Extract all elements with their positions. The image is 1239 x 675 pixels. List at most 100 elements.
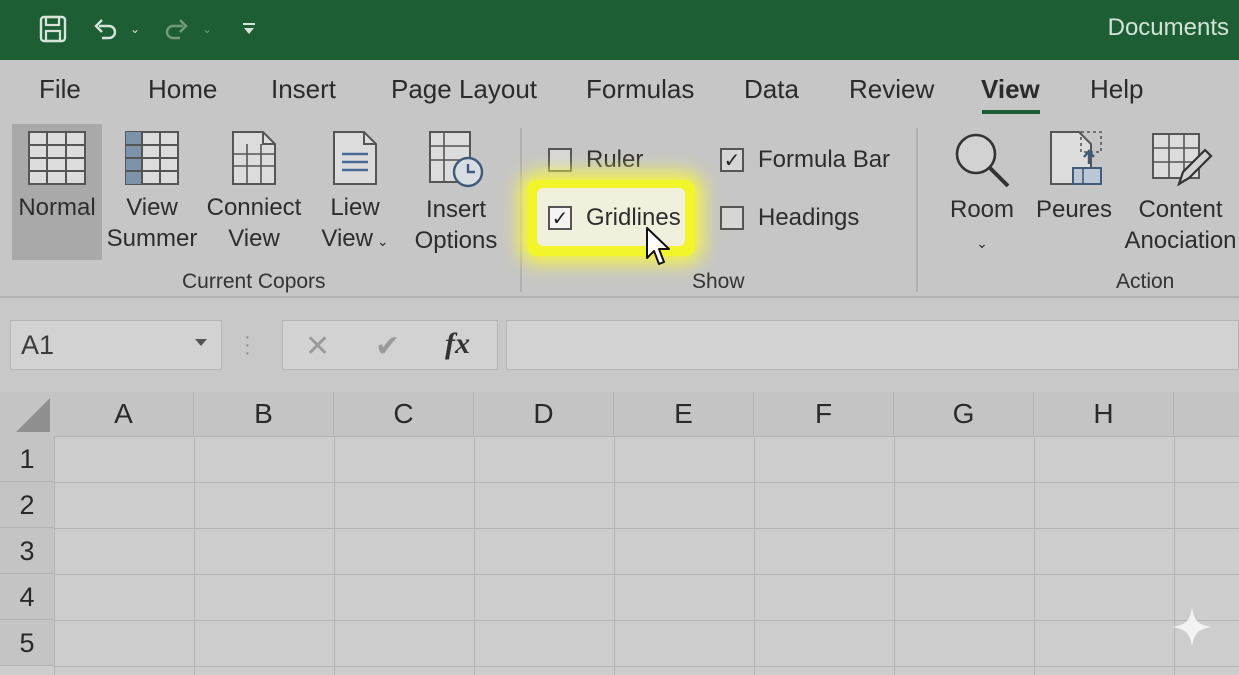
gridline	[334, 436, 335, 675]
row-header-5[interactable]: 5	[0, 620, 54, 666]
conniect-view-line1: Conniect	[206, 194, 302, 221]
column-header-f[interactable]: F	[754, 392, 894, 436]
tab-insert[interactable]: Insert	[271, 74, 336, 105]
ruler-checkbox-box	[548, 148, 572, 172]
gridline	[894, 436, 895, 675]
tab-view[interactable]: View	[981, 74, 1040, 105]
content-anociation-line2: Anociation	[1124, 227, 1237, 254]
gridline	[1034, 436, 1035, 675]
room-label: Room	[949, 196, 1015, 223]
document-title: Documents	[1107, 14, 1229, 41]
cancel-icon[interactable]: ✕	[305, 329, 330, 364]
column-header-b[interactable]: B	[194, 392, 334, 436]
column-header-d[interactable]: D	[474, 392, 614, 436]
peures-button[interactable]: Peures	[1034, 130, 1114, 225]
show-group-label: Show	[692, 270, 745, 293]
gridline	[194, 436, 195, 675]
row-header-2[interactable]: 2	[0, 482, 54, 528]
gridline	[54, 482, 1239, 483]
column-header-g[interactable]: G	[894, 392, 1034, 436]
worksheet-grid[interactable]: A B C D E F G H 1 2 3 4 5	[0, 392, 1239, 675]
select-all-button[interactable]	[0, 392, 54, 436]
vertical-dots-icon[interactable]: · · ·	[244, 327, 251, 363]
row-header-1[interactable]: 1	[0, 436, 54, 482]
tab-formulas[interactable]: Formulas	[586, 74, 694, 105]
liew-view-line2: View	[321, 225, 373, 252]
undo-icon[interactable]	[88, 12, 122, 46]
ribbon-tabs: File Home Insert Page Layout Formulas Da…	[0, 60, 1239, 120]
gridline	[54, 436, 1239, 437]
column-header-e[interactable]: E	[614, 392, 754, 436]
column-header-h[interactable]: H	[1034, 392, 1174, 436]
formula-controls: ✕ ✔ fx	[282, 320, 498, 370]
normal-view-button[interactable]: Normal	[12, 124, 102, 260]
peures-label: Peures	[1035, 196, 1113, 223]
mouse-cursor-icon	[646, 227, 670, 265]
tab-page-layout[interactable]: Page Layout	[391, 74, 537, 105]
active-tab-indicator	[982, 110, 1040, 114]
gridline	[614, 436, 615, 675]
formula-bar-label: Formula Bar	[758, 146, 891, 173]
liew-view-button[interactable]: Liew View ⌄	[312, 130, 398, 257]
checkmark-icon: ✓	[551, 207, 569, 230]
tab-help[interactable]: Help	[1090, 74, 1143, 105]
row-header-4[interactable]: 4	[0, 574, 54, 620]
name-box-dropdown-icon[interactable]	[195, 339, 207, 346]
view-summer-button[interactable]: View Summer	[104, 130, 200, 254]
column-header-overflow	[1174, 392, 1239, 436]
normal-view-icon	[28, 131, 86, 185]
gridlines-checkbox-box: ✓	[548, 206, 572, 230]
group-separator	[916, 128, 918, 292]
checkmark-icon: ✓	[723, 149, 741, 172]
headings-checkbox[interactable]: Headings	[720, 204, 859, 232]
customize-qat-icon[interactable]	[232, 12, 266, 46]
tab-file[interactable]: File	[39, 74, 81, 105]
ruler-checkbox[interactable]: Ruler	[548, 146, 643, 174]
view-summer-line2: Summer	[106, 225, 198, 252]
page-layout-view-icon	[232, 131, 276, 185]
column-header-c[interactable]: C	[334, 392, 474, 436]
enter-icon[interactable]: ✔	[375, 329, 400, 364]
gridline	[54, 574, 1239, 575]
undo-dropdown-icon[interactable]: ⌄	[130, 22, 140, 36]
zoom-icon	[955, 133, 1010, 188]
title-bar: ⌄ ⌄ Documents	[0, 0, 1239, 60]
name-box-value: A1	[21, 330, 55, 360]
custom-view-icon	[333, 131, 377, 185]
formula-bar-checkbox[interactable]: ✓ Formula Bar	[720, 146, 890, 174]
tab-home[interactable]: Home	[148, 74, 217, 105]
redo-dropdown-icon: ⌄	[202, 22, 213, 36]
action-group-label: Action	[1116, 270, 1175, 293]
formula-bar-checkbox-box: ✓	[720, 148, 744, 172]
group-separator	[520, 128, 522, 292]
tab-data[interactable]: Data	[744, 74, 799, 105]
content-anociation-line1: Content	[1138, 196, 1223, 223]
row-header-3[interactable]: 3	[0, 528, 54, 574]
chevron-down-icon: ⌄	[372, 233, 389, 249]
gridline	[54, 436, 55, 675]
tab-review[interactable]: Review	[849, 74, 934, 105]
gridline	[474, 436, 475, 675]
view-summer-line1: View	[126, 194, 178, 221]
insert-options-button[interactable]: Insert Options	[410, 130, 502, 256]
ruler-label: Ruler	[586, 146, 644, 173]
insert-function-icon[interactable]: fx	[445, 327, 470, 361]
room-button[interactable]: Room ⌄	[944, 130, 1020, 259]
current-group-label: Current Copors	[182, 270, 326, 293]
conniect-view-button[interactable]: Conniect View	[204, 130, 304, 254]
conniect-view-line2: View	[228, 225, 280, 252]
page-break-view-icon	[125, 131, 179, 185]
content-anociation-button[interactable]: Content Anociation	[1122, 130, 1239, 256]
gridline	[54, 528, 1239, 529]
formula-input[interactable]	[506, 320, 1239, 370]
gridline	[754, 436, 755, 675]
insert-options-icon	[429, 131, 484, 188]
save-icon[interactable]	[36, 12, 70, 46]
insert-options-line1: Insert	[425, 196, 487, 223]
insert-options-line2: Options	[414, 227, 498, 254]
normal-view-label: Normal	[18, 194, 96, 221]
column-header-a[interactable]: A	[54, 392, 194, 436]
gridline	[54, 620, 1239, 621]
name-box[interactable]: A1	[10, 320, 222, 370]
chevron-down-icon: ⌄	[976, 235, 988, 251]
